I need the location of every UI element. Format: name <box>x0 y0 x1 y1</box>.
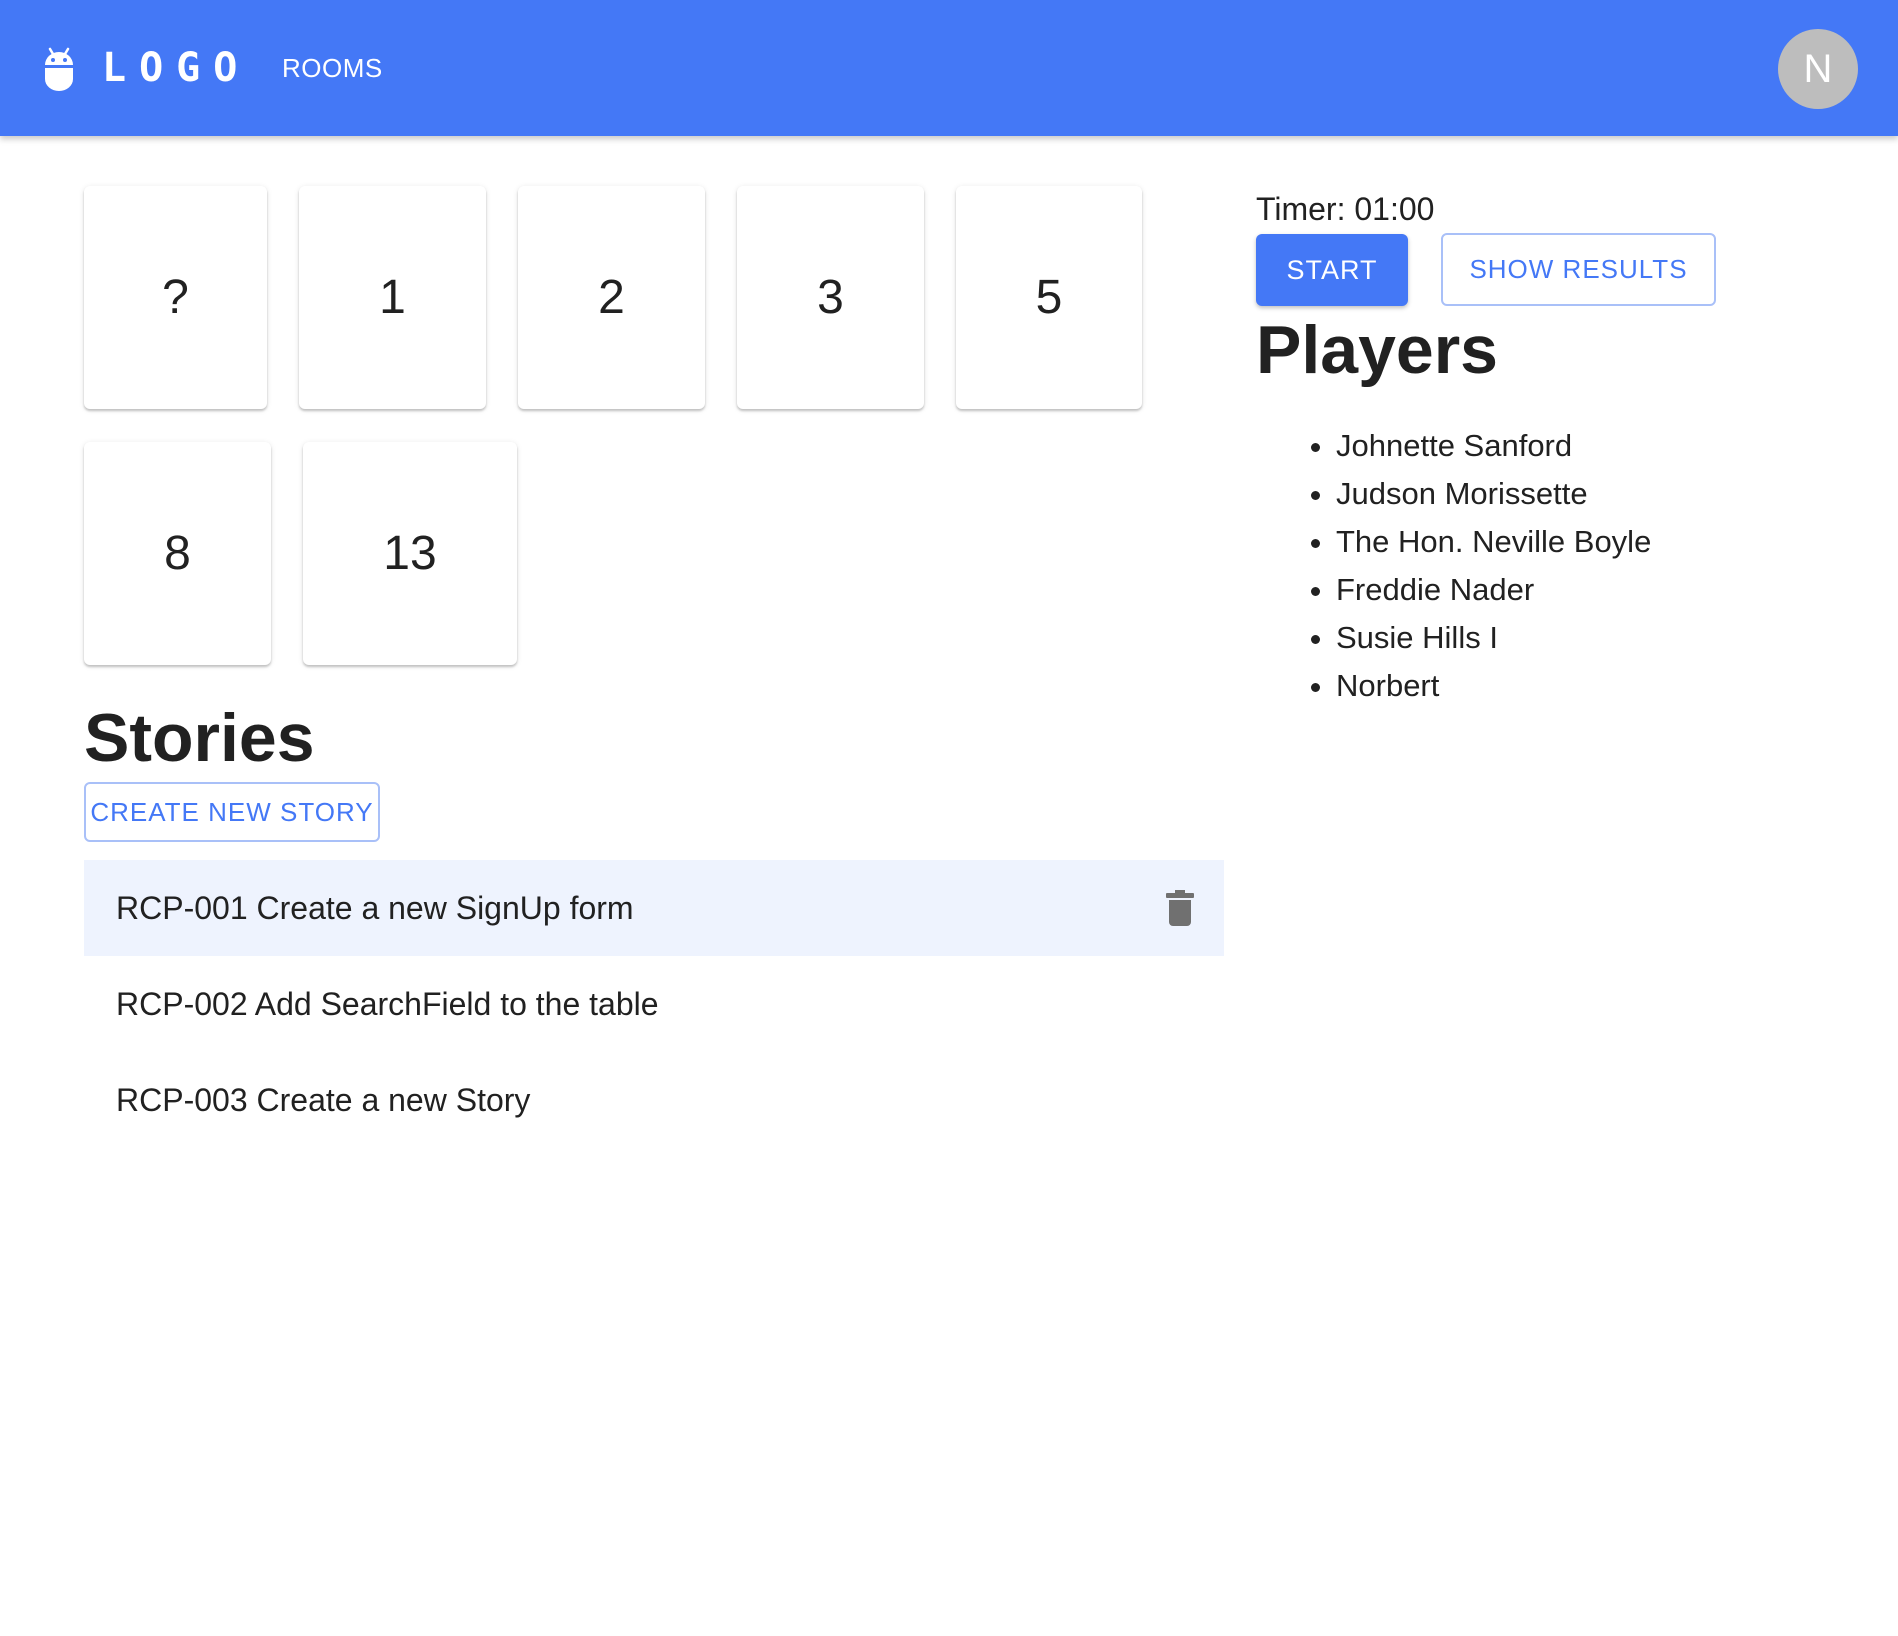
trash-icon[interactable] <box>1166 890 1194 926</box>
player-item: Susie Hills I <box>1336 614 1651 662</box>
start-button[interactable]: START <box>1256 234 1408 306</box>
player-item: Norbert <box>1336 662 1651 710</box>
story-title: RCP-002 Add SearchField to the table <box>116 986 659 1022</box>
story-row[interactable]: RCP-001 Create a new SignUp form <box>84 860 1224 956</box>
create-new-story-button[interactable]: CREATE NEW STORY <box>84 782 380 842</box>
story-title: RCP-001 Create a new SignUp form <box>116 890 634 926</box>
story-row[interactable]: RCP-002 Add SearchField to the table <box>84 956 1224 1052</box>
estimate-card-13[interactable]: 13 <box>303 442 517 665</box>
estimate-card-question[interactable]: ? <box>84 186 267 409</box>
estimate-card-1[interactable]: 1 <box>299 186 486 409</box>
player-item: Freddie Nader <box>1336 566 1651 614</box>
estimate-card-5[interactable]: 5 <box>956 186 1142 409</box>
estimate-card-8[interactable]: 8 <box>84 442 271 665</box>
estimate-card-3[interactable]: 3 <box>737 186 924 409</box>
stories-heading: Stories <box>84 700 315 776</box>
player-item: The Hon. Neville Boyle <box>1336 518 1651 566</box>
timer-display: Timer: 01:00 <box>1256 191 1435 227</box>
player-item: Judson Morissette <box>1336 470 1651 518</box>
players-heading: Players <box>1256 312 1498 388</box>
app-bar: LOGO ROOMS N <box>0 0 1898 136</box>
android-icon <box>45 47 73 91</box>
user-avatar[interactable]: N <box>1778 29 1858 109</box>
estimate-card-2[interactable]: 2 <box>518 186 705 409</box>
story-row[interactable]: RCP-003 Create a new Story <box>84 1052 1224 1148</box>
players-list: Johnette Sanford Judson Morissette The H… <box>1336 422 1651 710</box>
show-results-button[interactable]: SHOW RESULTS <box>1441 233 1716 306</box>
logo-text[interactable]: LOGO <box>102 44 250 92</box>
player-item: Johnette Sanford <box>1336 422 1651 470</box>
nav-rooms-link[interactable]: ROOMS <box>270 48 395 88</box>
story-title: RCP-003 Create a new Story <box>116 1082 531 1118</box>
